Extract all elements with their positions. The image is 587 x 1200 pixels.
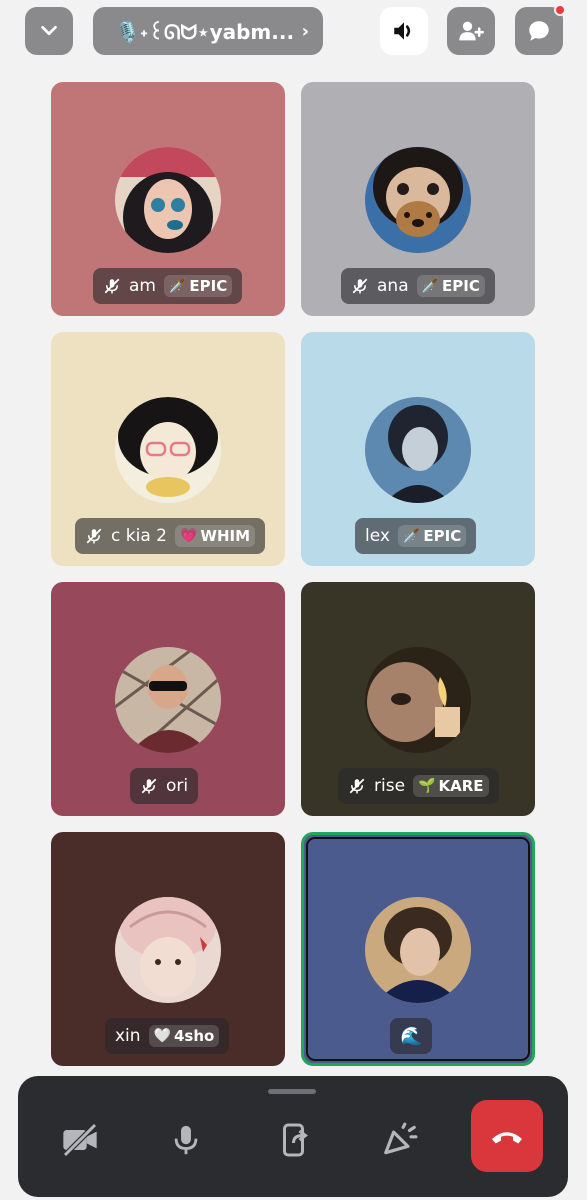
screen-share-icon bbox=[283, 1123, 308, 1157]
mic-muted-icon bbox=[103, 277, 121, 295]
participant-tile[interactable]: ori bbox=[51, 582, 285, 816]
participant-name: ana bbox=[377, 276, 409, 296]
participant-tile[interactable]: c kia 2 💗 WHIM bbox=[51, 332, 285, 566]
sword-icon: 🗡️ bbox=[168, 278, 187, 294]
participant-label: lex 🗡️ EPIC bbox=[355, 518, 477, 554]
server-tag: 🌱 KARE bbox=[413, 775, 489, 797]
participant-label: c kia 2 💗 WHIM bbox=[75, 518, 266, 554]
participant-tile[interactable]: xin 🤍 4sho bbox=[51, 832, 285, 1066]
heart-icon: 💗 bbox=[179, 528, 198, 544]
invite-user-icon bbox=[459, 21, 484, 41]
participant-label: rise 🌱 KARE bbox=[338, 768, 499, 804]
chat-icon bbox=[529, 21, 549, 41]
avatar bbox=[115, 397, 221, 503]
chat-button[interactable] bbox=[515, 4, 566, 55]
top-bar: 🎙️˖꒰ᘏᗢ⋆yabm... › bbox=[0, 0, 587, 62]
participant-name: rise bbox=[374, 776, 406, 796]
microphone-icon bbox=[174, 1125, 198, 1155]
speaker-button[interactable] bbox=[380, 7, 428, 55]
mic-muted-icon bbox=[140, 777, 158, 795]
sword-icon: 🗡️ bbox=[402, 528, 421, 544]
mic-muted-icon bbox=[351, 277, 369, 295]
participant-tile[interactable]: ana 🗡️ EPIC bbox=[301, 82, 535, 316]
invite-user-button[interactable] bbox=[447, 7, 495, 55]
server-tag: 🗡️ EPIC bbox=[416, 275, 485, 297]
participant-tile[interactable]: am 🗡️ EPIC bbox=[51, 82, 285, 316]
drag-handle[interactable] bbox=[268, 1089, 316, 1094]
avatar bbox=[365, 897, 471, 1003]
sprout-icon: 🌱 bbox=[418, 778, 436, 794]
participant-label: 🌊 bbox=[390, 1018, 433, 1054]
soundboard-icon bbox=[384, 1122, 418, 1155]
speaker-icon bbox=[394, 22, 411, 40]
chevron-down-icon bbox=[41, 25, 57, 36]
screen-share-button[interactable] bbox=[263, 1108, 327, 1172]
server-tag: 🗡️ EPIC bbox=[397, 525, 467, 547]
avatar bbox=[115, 147, 221, 253]
participant-label: ori bbox=[130, 768, 199, 804]
mic-muted-icon bbox=[85, 527, 103, 545]
server-tag: 💗 WHIM bbox=[174, 525, 256, 547]
avatar bbox=[365, 647, 471, 753]
avatar bbox=[115, 647, 221, 753]
collapse-button[interactable] bbox=[25, 7, 73, 55]
participant-label: ana 🗡️ EPIC bbox=[341, 268, 495, 304]
channel-name: 🎙️˖꒰ᘏᗢ⋆yabm... bbox=[115, 20, 295, 44]
voice-control-bar bbox=[18, 1076, 568, 1197]
wave-icon: 🌊 bbox=[400, 1025, 423, 1047]
participant-name: c kia 2 bbox=[111, 526, 167, 546]
sword-icon: 🗡️ bbox=[421, 278, 440, 294]
avatar bbox=[115, 897, 221, 1003]
participant-name: lex bbox=[365, 526, 390, 546]
white-heart-icon: 🤍 bbox=[153, 1028, 171, 1044]
participant-tile[interactable]: lex 🗡️ EPIC bbox=[301, 332, 535, 566]
channel-name-pill[interactable]: 🎙️˖꒰ᘏᗢ⋆yabm... › bbox=[93, 7, 323, 55]
participant-name: xin bbox=[115, 1026, 141, 1046]
participant-tile[interactable]: rise 🌱 KARE bbox=[301, 582, 535, 816]
participant-tile-speaking[interactable]: 🌊 bbox=[301, 832, 535, 1066]
server-tag: 🗡️ EPIC bbox=[163, 275, 233, 297]
mic-muted-icon bbox=[348, 777, 366, 795]
participant-label: xin 🤍 4sho bbox=[105, 1018, 230, 1054]
end-call-icon bbox=[492, 1132, 522, 1144]
participant-label: am 🗡️ EPIC bbox=[93, 268, 243, 304]
participant-name: am bbox=[129, 276, 156, 296]
end-call-button[interactable] bbox=[471, 1100, 543, 1172]
camera-off-icon bbox=[63, 1123, 97, 1157]
notification-dot bbox=[554, 4, 566, 16]
camera-toggle-button[interactable] bbox=[48, 1108, 112, 1172]
avatar bbox=[365, 147, 471, 253]
microphone-button[interactable] bbox=[154, 1108, 218, 1172]
avatar bbox=[365, 397, 471, 503]
participant-name: ori bbox=[166, 776, 189, 796]
soundboard-button[interactable] bbox=[368, 1108, 432, 1172]
server-tag: 🤍 4sho bbox=[148, 1025, 220, 1047]
chevron-right-icon: › bbox=[301, 20, 309, 42]
